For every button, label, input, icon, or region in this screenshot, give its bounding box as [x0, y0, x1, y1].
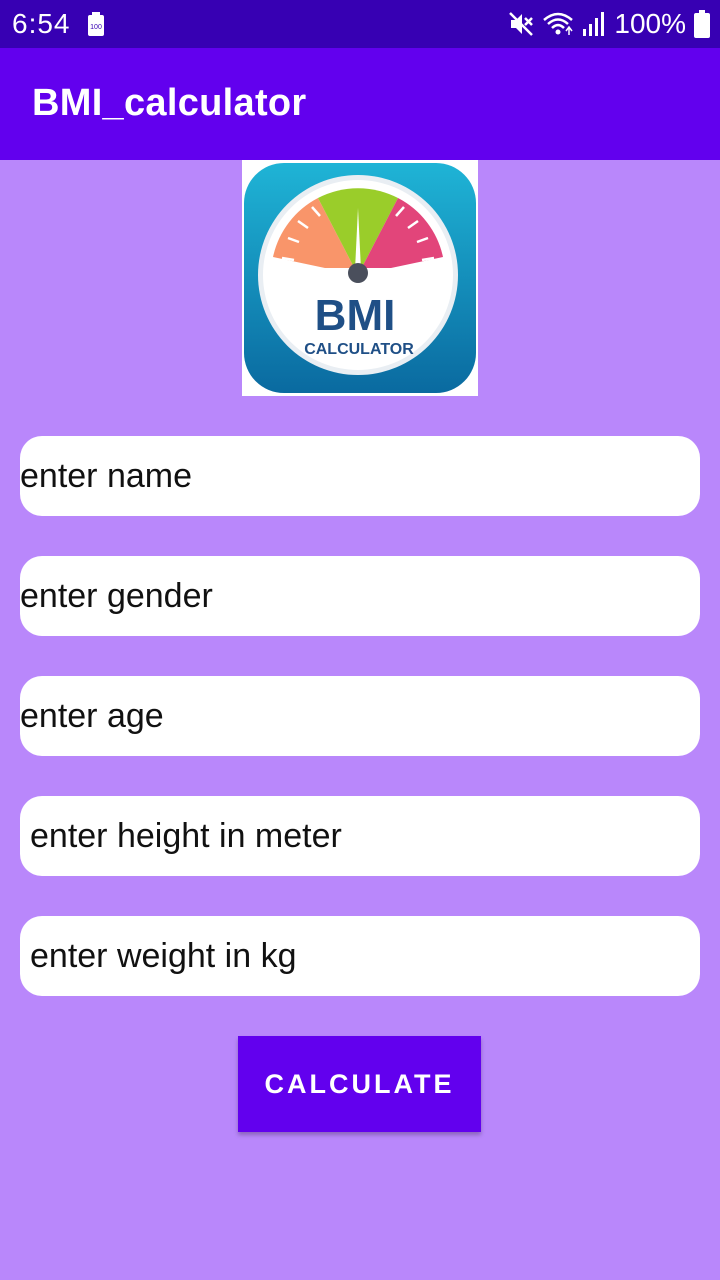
age-input[interactable]: enter age: [20, 676, 700, 756]
bmi-gauge-icon: BMI CALCULATOR: [244, 163, 476, 393]
height-input-placeholder: enter height in meter: [30, 816, 342, 855]
logo-bmi-text: BMI: [315, 291, 396, 340]
calculate-button[interactable]: CALCULATE: [238, 1036, 481, 1132]
age-input-placeholder: enter age: [20, 696, 164, 735]
name-input[interactable]: enter name: [20, 436, 700, 516]
mute-icon: [509, 12, 534, 36]
svg-text:100: 100: [90, 24, 102, 31]
height-input[interactable]: enter height in meter: [20, 796, 700, 876]
weight-input[interactable]: enter weight in kg: [20, 916, 700, 996]
battery-percent: 100%: [614, 8, 686, 39]
bmi-logo-image: BMI CALCULATOR: [242, 160, 478, 396]
status-time: 6:54: [12, 8, 71, 39]
name-input-placeholder: enter name: [20, 456, 192, 495]
battery-icon: [694, 10, 710, 38]
gender-input-placeholder: enter gender: [20, 576, 213, 615]
logo-calculator-text: CALCULATOR: [304, 341, 414, 358]
wifi-icon: [543, 12, 574, 35]
battery-saver-icon: 100: [88, 12, 104, 36]
signal-icon: [583, 12, 605, 36]
status-bar: 6:54 100 100%: [0, 0, 720, 48]
app-bar: BMI_calculator: [0, 48, 720, 160]
weight-input-placeholder: enter weight in kg: [30, 936, 297, 975]
gender-input[interactable]: enter gender: [20, 556, 700, 636]
app-title: BMI_calculator: [32, 82, 307, 124]
